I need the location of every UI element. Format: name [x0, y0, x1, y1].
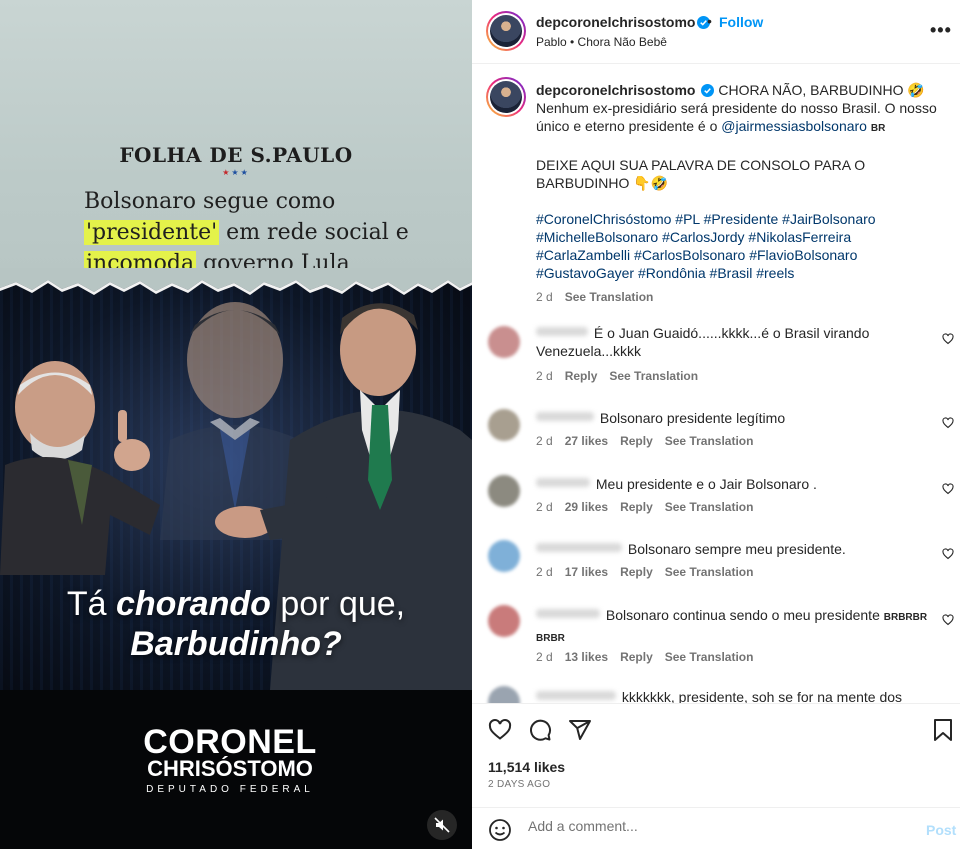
like-heart-icon[interactable]	[488, 718, 512, 742]
newspaper-logo: FOLHA DE S.PAULO	[119, 143, 353, 167]
like-comment-heart-icon[interactable]	[942, 333, 954, 345]
comment-text: É o Juan Guaidó......kkkk...é o Brasil v…	[536, 325, 870, 359]
commenter-username[interactable]	[536, 691, 616, 700]
comment-input[interactable]	[528, 818, 888, 834]
commenter-username[interactable]	[536, 478, 590, 487]
likes-count[interactable]: 11,514 likes	[488, 759, 565, 775]
post-caption: depcoronelchrisostomo CHORA NÃO, BARBUDI…	[536, 81, 946, 306]
more-options-button[interactable]: •••	[930, 20, 952, 41]
video-caption-overlay: Tá chorando por que, Barbudinho?	[66, 585, 406, 663]
post-comment-button[interactable]: Post	[926, 822, 956, 838]
author-username[interactable]: depcoronelchrisostomo	[536, 14, 711, 30]
caption-time: 2 d	[536, 290, 553, 304]
newspaper-stars: ★★★	[222, 168, 250, 177]
left-person-figure	[0, 361, 160, 575]
reply-button[interactable]: Reply	[620, 434, 653, 448]
caption-meta: 2 d See Translation	[536, 288, 946, 306]
reply-button[interactable]: Reply	[565, 369, 598, 383]
comment-meta: 2 d 29 likes Reply See Translation	[536, 500, 754, 514]
caption-author-avatar[interactable]	[486, 77, 526, 117]
share-plane-icon[interactable]	[568, 718, 592, 742]
comment-meta: 2 d 13 likes Reply See Translation	[536, 650, 754, 664]
like-comment-heart-icon[interactable]	[942, 614, 954, 626]
comment-text: Bolsonaro continua sendo o meu president…	[536, 607, 928, 644]
caption-username[interactable]: depcoronelchrisostomo	[536, 82, 695, 98]
emoji-picker-icon[interactable]	[488, 818, 512, 842]
like-comment-heart-icon[interactable]	[942, 483, 954, 495]
post-actions: 11,514 likes 2 DAYS AGO	[472, 703, 960, 807]
speaker-muted-icon	[434, 817, 450, 833]
commenter-avatar[interactable]	[488, 686, 520, 703]
commenter-avatar[interactable]	[488, 540, 520, 572]
caption-hashtags[interactable]: #CoronelChrisóstomo #PL #Presidente #Jai…	[536, 210, 946, 282]
caption-call-to-action: DEIXE AQUI SUA PALAVRA DE CONSOLO PARA O…	[536, 157, 866, 191]
like-comment-heart-icon[interactable]	[942, 417, 954, 429]
mute-button[interactable]	[427, 810, 457, 840]
follow-button[interactable]: Follow	[719, 14, 763, 30]
commenter-avatar[interactable]	[488, 326, 520, 358]
see-translation-link[interactable]: See Translation	[565, 290, 654, 304]
see-translation-link[interactable]: See Translation	[665, 565, 754, 579]
post-header: depcoronelchrisostomo • Follow Pablo • C…	[472, 0, 960, 64]
newspaper-headline: Bolsonaro segue como 'presidente' em red…	[84, 189, 409, 276]
audio-track-link[interactable]: Pablo • Chora Não Bebê	[536, 35, 667, 49]
flag-emoji: BR	[870, 123, 886, 134]
mention-link[interactable]: @jairmessiasbolsonaro	[721, 118, 867, 134]
comment-bubble-icon[interactable]	[528, 718, 552, 742]
author-avatar[interactable]	[486, 11, 526, 51]
verified-badge-icon	[701, 84, 715, 97]
comment-text: kkkkkkk, presidente, soh se for na mente…	[536, 688, 931, 703]
add-comment-bar: Post	[472, 807, 960, 849]
save-bookmark-icon[interactable]	[932, 718, 954, 742]
comment-meta: 2 d 27 likes Reply See Translation	[536, 434, 754, 448]
commenter-username[interactable]	[536, 327, 588, 336]
commenter-username[interactable]	[536, 543, 622, 552]
comment-text: Bolsonaro sempre meu presidente.	[536, 540, 931, 558]
see-translation-link[interactable]: See Translation	[665, 434, 754, 448]
commenter-avatar[interactable]	[488, 409, 520, 441]
post-date: 2 DAYS AGO	[488, 779, 551, 790]
comment-meta: 2 d 17 likes Reply See Translation	[536, 565, 754, 579]
commenter-avatar[interactable]	[488, 605, 520, 637]
comment-meta: 2 d Reply See Translation	[536, 369, 699, 383]
commenter-avatar[interactable]	[488, 475, 520, 507]
reply-button[interactable]: Reply	[620, 500, 653, 514]
comments-scroll-area[interactable]: depcoronelchrisostomo CHORA NÃO, BARBUDI…	[472, 65, 960, 703]
comment-text: Meu presidente e o Jair Bolsonaro .	[536, 475, 931, 493]
header-separator: •	[707, 13, 712, 29]
caption-title: CHORA NÃO, BARBUDINHO 🤣	[718, 82, 925, 98]
reel-media[interactable]: FOLHA DE S.PAULO ★★★ Bolsonaro segue com…	[0, 0, 472, 849]
see-translation-link[interactable]: See Translation	[609, 369, 698, 383]
like-comment-heart-icon[interactable]	[942, 548, 954, 560]
post-panel: depcoronelchrisostomo • Follow Pablo • C…	[472, 0, 960, 849]
brand-logo: CORONEL CHRISÓSTOMO DEPUTADO FEDERAL	[143, 723, 317, 795]
reply-button[interactable]: Reply	[620, 650, 653, 664]
commenter-username[interactable]	[536, 412, 594, 421]
reply-button[interactable]: Reply	[620, 565, 653, 579]
commenter-username[interactable]	[536, 609, 600, 618]
see-translation-link[interactable]: See Translation	[665, 500, 754, 514]
see-translation-link[interactable]: See Translation	[665, 650, 754, 664]
comment-text: Bolsonaro presidente legítimo	[536, 409, 931, 427]
